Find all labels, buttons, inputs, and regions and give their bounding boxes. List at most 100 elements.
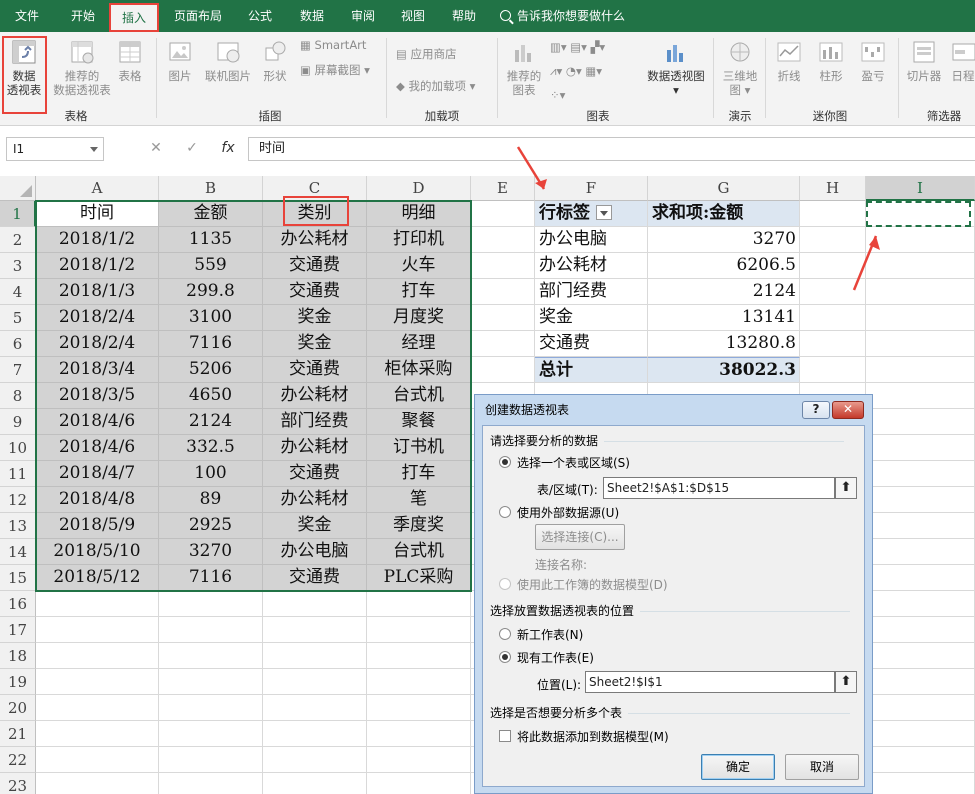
cell-b23[interactable]: [159, 773, 263, 794]
data-cell-b10[interactable]: 332.5: [159, 435, 263, 461]
cell-e1[interactable]: [471, 201, 535, 227]
range-collapse-icon[interactable]: ⬆: [835, 477, 857, 499]
cell-h5[interactable]: [800, 305, 866, 331]
data-cell-b11[interactable]: 100: [159, 461, 263, 487]
data-cell-a7[interactable]: 2018/3/4: [36, 357, 159, 383]
data-cell-b12[interactable]: 89: [159, 487, 263, 513]
data-cell-d14[interactable]: 台式机: [367, 539, 471, 565]
add-to-model-label[interactable]: 将此数据添加到数据模型(M): [517, 728, 669, 745]
tab-view[interactable]: 视图: [391, 0, 435, 32]
cell-e4[interactable]: [471, 279, 535, 305]
row-header-23[interactable]: 23: [0, 773, 36, 794]
radio-external-source[interactable]: [499, 506, 511, 518]
tab-data[interactable]: 数据: [290, 0, 334, 32]
data-cell-c4[interactable]: 交通费: [263, 279, 367, 305]
cell-b17[interactable]: [159, 617, 263, 643]
picture-button[interactable]: 图片: [162, 38, 198, 83]
data-cell-c14[interactable]: 办公电脑: [263, 539, 367, 565]
data-cell-b13[interactable]: 2925: [159, 513, 263, 539]
slicer-button[interactable]: 切片器: [902, 38, 946, 83]
cell-i22[interactable]: [866, 747, 975, 773]
data-cell-d7[interactable]: 柜体采购: [367, 357, 471, 383]
cell-b21[interactable]: [159, 721, 263, 747]
cell-e3[interactable]: [471, 253, 535, 279]
data-cell-a9[interactable]: 2018/4/6: [36, 409, 159, 435]
radio-select-range[interactable]: [499, 456, 511, 468]
cell-a22[interactable]: [36, 747, 159, 773]
cell-b22[interactable]: [159, 747, 263, 773]
row-header-22[interactable]: 22: [0, 747, 36, 773]
data-cell-c10[interactable]: 办公耗材: [263, 435, 367, 461]
column-header-g[interactable]: G: [648, 176, 800, 201]
row-header-18[interactable]: 18: [0, 643, 36, 669]
data-cell-a12[interactable]: 2018/4/8: [36, 487, 159, 513]
data-cell-b15[interactable]: 7116: [159, 565, 263, 591]
data-cell-a6[interactable]: 2018/2/4: [36, 331, 159, 357]
choose-connection-button[interactable]: 选择连接(C)...: [535, 524, 625, 550]
pivot-row-label[interactable]: 办公耗材: [535, 253, 648, 279]
cell-c23[interactable]: [263, 773, 367, 794]
cell-i15[interactable]: [866, 565, 975, 591]
data-cell-b6[interactable]: 7116: [159, 331, 263, 357]
cancel-icon[interactable]: ✕: [138, 137, 174, 159]
row-header-17[interactable]: 17: [0, 617, 36, 643]
cell-d17[interactable]: [367, 617, 471, 643]
column-header-a[interactable]: A: [36, 176, 159, 201]
data-cell-a2[interactable]: 2018/1/2: [36, 227, 159, 253]
3d-map-button[interactable]: 三维地 图 ▾: [718, 38, 762, 97]
header-cell-2[interactable]: 金额: [159, 201, 263, 227]
data-cell-d15[interactable]: PLC采购: [367, 565, 471, 591]
line-chart-button[interactable]: ⩘▾ ◔▾ ▦▾: [550, 64, 602, 79]
pivot-row-value[interactable]: 2124: [648, 279, 800, 305]
data-cell-d12[interactable]: 笔: [367, 487, 471, 513]
pivot-row-label[interactable]: 奖金: [535, 305, 648, 331]
data-cell-c5[interactable]: 奖金: [263, 305, 367, 331]
data-cell-c7[interactable]: 交通费: [263, 357, 367, 383]
cell-d21[interactable]: [367, 721, 471, 747]
cell-h6[interactable]: [800, 331, 866, 357]
tab-page-layout[interactable]: 页面布局: [165, 0, 231, 32]
pivot-row-label[interactable]: 交通费: [535, 331, 648, 357]
radio-data-model-label[interactable]: 使用此工作簿的数据模型(D): [517, 576, 668, 593]
cell-a19[interactable]: [36, 669, 159, 695]
cell-i10[interactable]: [866, 435, 975, 461]
app-store-button[interactable]: ▤ 应用商店: [396, 46, 457, 62]
radio-existing-worksheet[interactable]: [499, 651, 511, 663]
cell-i21[interactable]: [866, 721, 975, 747]
pivot-row-value[interactable]: 13141: [648, 305, 800, 331]
pivot-total-label[interactable]: 总计: [535, 357, 648, 383]
radio-existing-worksheet-label[interactable]: 现有工作表(E): [517, 649, 594, 666]
data-cell-c8[interactable]: 办公耗材: [263, 383, 367, 409]
row-header-19[interactable]: 19: [0, 669, 36, 695]
sparkline-line-button[interactable]: 折线: [770, 38, 808, 83]
pivot-value-header[interactable]: 求和项:金额: [648, 201, 800, 227]
data-cell-c2[interactable]: 办公耗材: [263, 227, 367, 253]
column-header-h[interactable]: H: [800, 176, 866, 201]
check-icon[interactable]: ✓: [174, 137, 210, 159]
filter-dropdown-icon[interactable]: [596, 205, 612, 220]
row-header-3[interactable]: 3: [0, 253, 36, 279]
data-cell-b9[interactable]: 2124: [159, 409, 263, 435]
my-addins-button[interactable]: ◆ 我的加载项 ▾: [396, 78, 475, 94]
cell-b18[interactable]: [159, 643, 263, 669]
cell-c22[interactable]: [263, 747, 367, 773]
tab-home[interactable]: 开始: [58, 0, 108, 32]
help-button[interactable]: ?: [802, 401, 830, 419]
add-to-model-checkbox[interactable]: [499, 730, 511, 742]
cell-i5[interactable]: [866, 305, 975, 331]
cancel-button[interactable]: 取消: [785, 754, 859, 780]
pivot-chart-button[interactable]: 数据透视图 ▾: [645, 38, 707, 97]
data-cell-d6[interactable]: 经理: [367, 331, 471, 357]
pivot-row-label-header[interactable]: 行标签: [535, 201, 648, 227]
recommended-charts-button[interactable]: 推荐的 图表: [502, 38, 546, 97]
close-button[interactable]: ✕: [832, 401, 864, 419]
data-cell-b3[interactable]: 559: [159, 253, 263, 279]
cell-i18[interactable]: [866, 643, 975, 669]
row-header-15[interactable]: 15: [0, 565, 36, 591]
cell-i19[interactable]: [866, 669, 975, 695]
cell-a17[interactable]: [36, 617, 159, 643]
cell-a21[interactable]: [36, 721, 159, 747]
cell-i16[interactable]: [866, 591, 975, 617]
online-picture-button[interactable]: 联机图片: [200, 38, 256, 83]
cell-c19[interactable]: [263, 669, 367, 695]
